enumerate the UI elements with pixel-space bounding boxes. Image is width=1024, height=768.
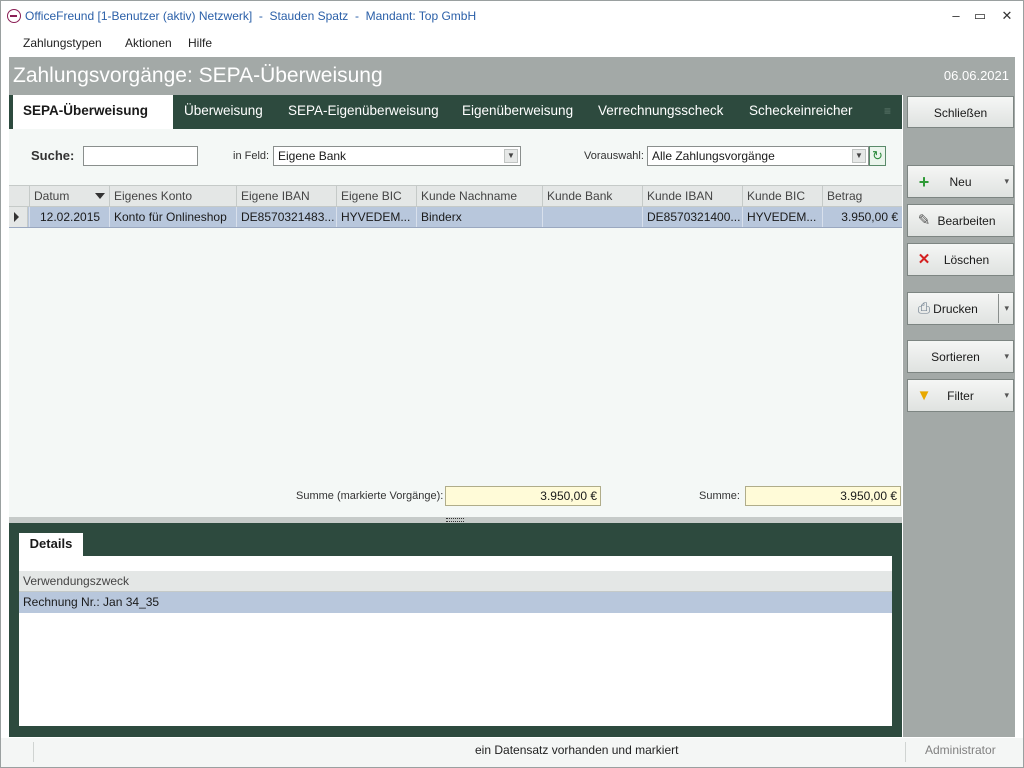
menu-hilfe[interactable]: Hilfe	[188, 36, 212, 50]
table-header: Datum Eigenes Konto Eigene IBAN Eigene B…	[9, 185, 902, 207]
edit-button[interactable]: ✎ Bearbeiten	[907, 204, 1014, 237]
refresh-icon[interactable]: ↻	[869, 146, 886, 166]
marked-sum-value: 3.950,00 €	[445, 486, 601, 506]
new-button[interactable]: + Neu ▾	[907, 165, 1014, 198]
details-panel: Details Verwendungszweck Rechnung Nr.: J…	[9, 523, 902, 737]
preselect-select-value: Alle Zahlungsvorgänge	[652, 149, 775, 163]
tab-sepa-ueberweisung[interactable]: SEPA-Überweisung	[9, 95, 173, 129]
cell-datum: 12.02.2015	[29, 207, 109, 227]
table-row[interactable]: 12.02.2015 Konto für Onlineshop DE857032…	[9, 207, 902, 228]
cell-kunde-bank	[542, 207, 642, 227]
action-sidebar: Schließen + Neu ▾ ✎ Bearbeiten ✕ Löschen…	[903, 95, 1015, 737]
payments-table: Datum Eigenes Konto Eigene IBAN Eigene B…	[9, 185, 902, 228]
cell-betrag: 3.950,00 €	[822, 207, 902, 227]
menu-zahlungstypen[interactable]: Zahlungstypen	[23, 36, 102, 50]
cell-eigene-bic: HYVEDEM...	[336, 207, 416, 227]
status-user: Administrator	[925, 743, 996, 757]
menu-bar: Zahlungstypen Aktionen Hilfe	[1, 33, 1023, 55]
cell-eigenes-konto: Konto für Onlineshop	[109, 207, 236, 227]
current-date: 06.06.2021	[943, 68, 1009, 83]
window-title: OfficeFreund [1-Benutzer (aktiv) Netzwer…	[25, 9, 477, 23]
status-bar: ein Datensatz vorhanden und markiert Adm…	[1, 738, 1023, 767]
total-sum-label: Summe:	[699, 490, 740, 502]
app-window: OfficeFreund [1-Benutzer (aktiv) Netzwer…	[0, 0, 1024, 768]
minimize-button[interactable]: –	[947, 7, 965, 25]
row-pointer-icon	[9, 207, 28, 227]
details-column-header: Verwendungszweck	[19, 571, 892, 592]
app-name: OfficeFreund [1-Benutzer (aktiv) Netzwer…	[25, 9, 253, 23]
chevron-down-icon[interactable]: ▼	[504, 149, 518, 163]
column-header-eigene-iban[interactable]: Eigene IBAN	[236, 186, 336, 207]
status-message: ein Datensatz vorhanden und markiert	[475, 743, 679, 757]
chevron-down-icon: ▾	[1004, 390, 1009, 400]
tab-sepa-eigenueberweisung[interactable]: SEPA-Eigenüberweisung	[278, 95, 449, 129]
page-header: Zahlungsvorgänge: SEPA-Überweisung 06.06…	[9, 57, 1015, 95]
user-name: Stauden Spatz	[269, 9, 349, 23]
tab-scheckeinreicher[interactable]: Scheckeinreicher	[739, 95, 863, 129]
chevron-down-icon: ▾	[1004, 351, 1009, 361]
tab-details[interactable]: Details	[19, 533, 83, 556]
close-button[interactable]: Schließen	[907, 96, 1014, 128]
sort-button[interactable]: Sortieren ▾	[907, 340, 1014, 373]
maximize-button[interactable]: ▭	[971, 7, 989, 25]
grip-icon[interactable]	[446, 518, 464, 522]
preselect-select[interactable]: Alle Zahlungsvorgänge ▼	[647, 146, 869, 166]
field-label: in Feld:	[233, 150, 270, 162]
column-header-kunde-nachname[interactable]: Kunde Nachname	[416, 186, 542, 207]
column-header-betrag[interactable]: Betrag	[822, 186, 902, 207]
total-sum-value: 3.950,00 €	[745, 486, 901, 506]
tab-eigenueberweisung[interactable]: Eigenüberweisung	[452, 95, 583, 129]
details-row[interactable]: Rechnung Nr.: Jan 34_35	[19, 592, 892, 613]
column-header-kunde-bank[interactable]: Kunde Bank	[542, 186, 642, 207]
details-content: Verwendungszweck Rechnung Nr.: Jan 34_35	[19, 556, 892, 726]
cell-eigene-iban: DE8570321483...	[236, 207, 336, 227]
menu-aktionen[interactable]: Aktionen	[125, 36, 172, 50]
search-input[interactable]	[83, 146, 198, 166]
chevron-down-icon[interactable]: ▼	[852, 149, 866, 163]
app-logo-icon	[7, 9, 21, 23]
cell-kunde-nachname: Binderx	[416, 207, 542, 227]
page-title: Zahlungsvorgänge: SEPA-Überweisung	[13, 64, 383, 87]
column-header-kunde-bic[interactable]: Kunde BIC	[742, 186, 822, 207]
mandant-name: Mandant: Top GmbH	[365, 9, 477, 23]
sort-down-icon	[95, 193, 105, 199]
column-header-eigene-bic[interactable]: Eigene BIC	[336, 186, 416, 207]
preselect-label: Vorauswahl:	[584, 150, 644, 162]
row-indicator-header	[9, 186, 29, 207]
close-window-button[interactable]: ✕	[998, 7, 1016, 25]
marked-sum-label: Summe (markierte Vorgänge):	[296, 490, 444, 502]
search-label: Suche:	[31, 148, 75, 163]
column-header-eigenes-konto[interactable]: Eigenes Konto	[109, 186, 236, 207]
title-bar: OfficeFreund [1-Benutzer (aktiv) Netzwer…	[1, 1, 1023, 31]
cell-kunde-bic: HYVEDEM...	[742, 207, 822, 227]
column-header-kunde-iban[interactable]: Kunde IBAN	[642, 186, 742, 207]
cell-kunde-iban: DE8570321400...	[642, 207, 742, 227]
tab-verrechnungsscheck[interactable]: Verrechnungsscheck	[588, 95, 733, 129]
tab-bar: SEPA-Überweisung Überweisung SEPA-Eigenü…	[9, 95, 902, 129]
tab-ueberweisung[interactable]: Überweisung	[174, 95, 273, 129]
field-select[interactable]: Eigene Bank ▼	[273, 146, 521, 166]
chevron-down-icon: ▾	[1004, 176, 1009, 186]
tab-overflow-icon[interactable]: ≡	[884, 105, 896, 117]
column-header-datum[interactable]: Datum	[29, 186, 109, 207]
delete-button[interactable]: ✕ Löschen	[907, 243, 1014, 276]
main-content: Suche: in Feld: Eigene Bank ▼ Vorauswahl…	[9, 129, 902, 517]
print-button[interactable]: ⎙ Drucken ▾	[907, 292, 1014, 325]
field-select-value: Eigene Bank	[278, 149, 347, 163]
filter-button[interactable]: ▼ Filter ▾	[907, 379, 1014, 412]
chevron-down-icon[interactable]: ▾	[1004, 303, 1009, 314]
